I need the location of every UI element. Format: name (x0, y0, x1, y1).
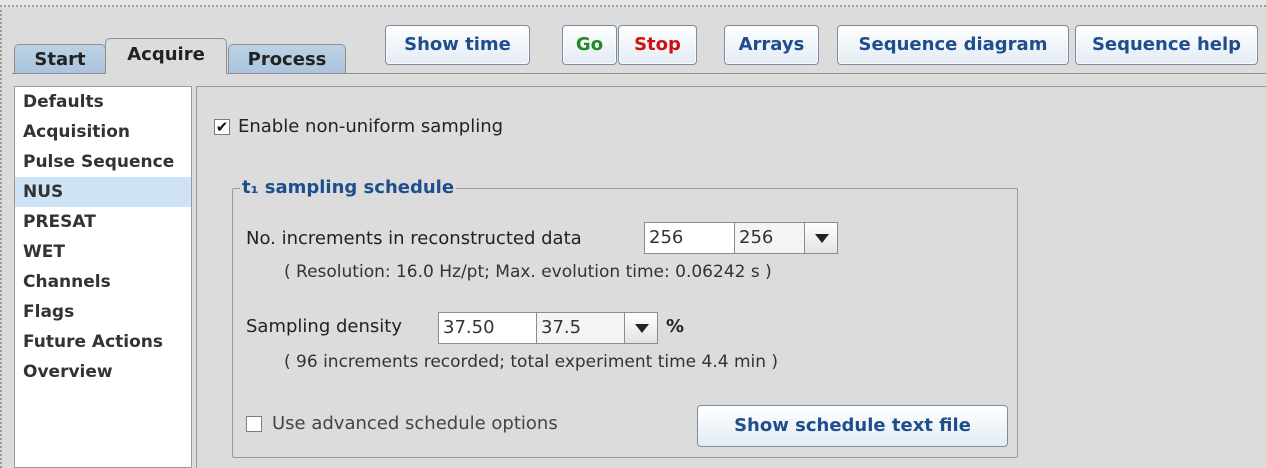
tab-acquire[interactable]: Acquire (105, 38, 227, 74)
sidebar-item-defaults[interactable]: Defaults (15, 87, 191, 117)
sequence-diagram-button[interactable]: Sequence diagram (837, 25, 1069, 65)
sidebar-item-pulse-sequence[interactable]: Pulse Sequence (15, 147, 191, 177)
enable-nus-label: Enable non-uniform sampling (238, 116, 504, 137)
show-schedule-button[interactable]: Show schedule text file (697, 405, 1008, 447)
chevron-down-icon[interactable] (804, 223, 837, 253)
chevron-down-icon[interactable] (624, 313, 657, 343)
sidebar-item-nus[interactable]: NUS (15, 177, 191, 207)
increments-label: No. increments in reconstructed data (246, 228, 582, 249)
sidebar-item-channels[interactable]: Channels (15, 267, 191, 297)
window-left-edge (0, 5, 4, 468)
recorded-text: ( 96 increments recorded; total experime… (284, 352, 779, 372)
sidebar-list: Defaults Acquisition Pulse Sequence NUS … (14, 86, 192, 468)
enable-nus-checkbox[interactable]: ✔ (214, 119, 230, 135)
sidebar-item-acquisition[interactable]: Acquisition (15, 117, 191, 147)
increments-input[interactable]: 256 (644, 222, 736, 254)
density-combo[interactable]: 37.5 (536, 312, 658, 344)
increments-combo[interactable]: 256 (734, 222, 838, 254)
advanced-options-label: Use advanced schedule options (272, 413, 558, 434)
stop-button[interactable]: Stop (618, 25, 697, 65)
tab-label: Process (247, 49, 327, 70)
sidebar-item-flags[interactable]: Flags (15, 297, 191, 327)
sidebar-item-future-actions[interactable]: Future Actions (15, 327, 191, 357)
resolution-text: ( Resolution: 16.0 Hz/pt; Max. evolution… (284, 262, 772, 282)
window-top-edge (0, 0, 1266, 7)
sidebar-item-wet[interactable]: WET (15, 237, 191, 267)
density-input[interactable]: 37.50 (438, 312, 538, 344)
tab-process[interactable]: Process (228, 44, 346, 74)
checkmark-icon: ✔ (215, 118, 229, 136)
density-combo-value: 37.5 (541, 317, 582, 338)
increments-combo-value: 256 (739, 227, 774, 248)
sequence-help-button[interactable]: Sequence help (1075, 25, 1258, 65)
sampling-schedule-title: t₁ sampling schedule (240, 177, 457, 198)
show-time-button[interactable]: Show time (385, 25, 530, 65)
sidebar-item-presat[interactable]: PRESAT (15, 207, 191, 237)
tab-label: Acquire (127, 44, 205, 65)
density-unit: % (666, 316, 685, 337)
arrays-button[interactable]: Arrays (724, 25, 819, 65)
tab-label: Start (34, 49, 86, 70)
tab-start[interactable]: Start (14, 44, 106, 74)
advanced-options-checkbox[interactable] (246, 416, 262, 432)
sidebar-item-overview[interactable]: Overview (15, 357, 191, 387)
density-label: Sampling density (246, 316, 402, 337)
go-button[interactable]: Go (562, 25, 617, 65)
